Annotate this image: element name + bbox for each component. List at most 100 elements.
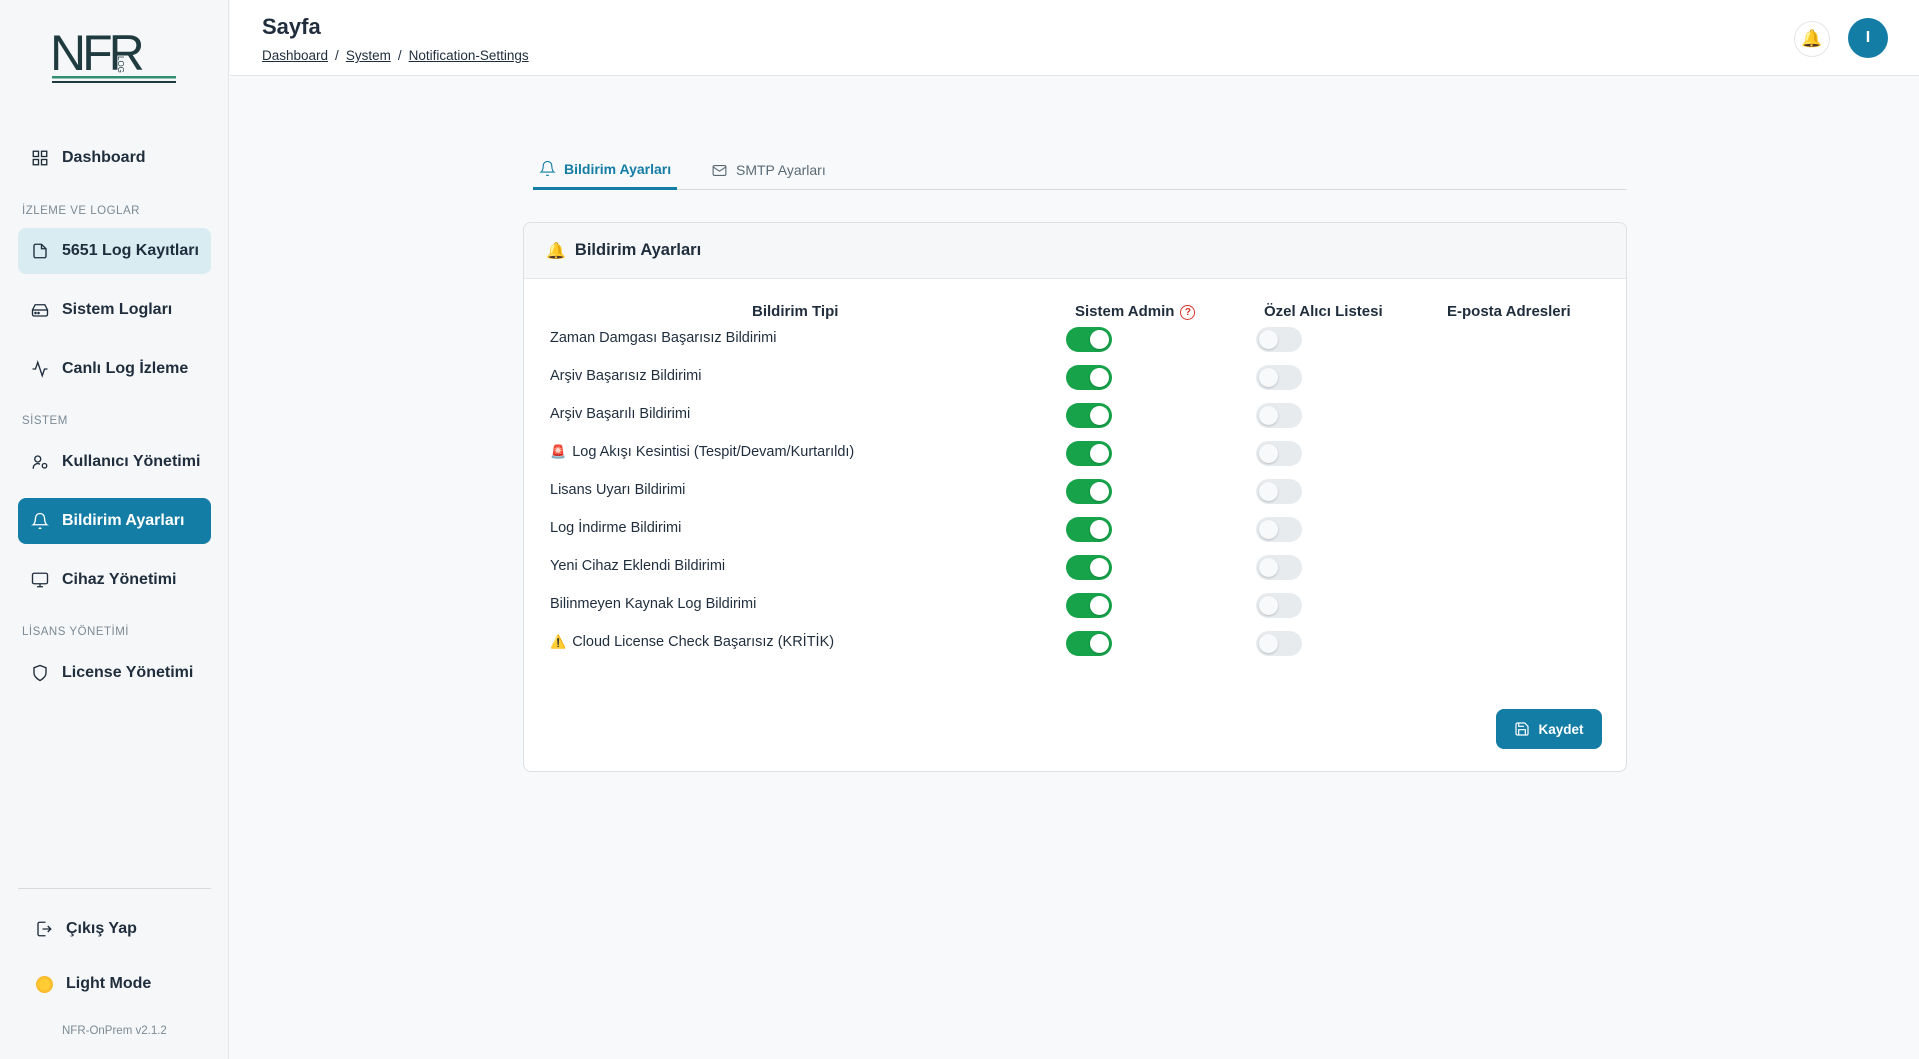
- notification-type-text: Arşiv Başarılı Bildirimi: [550, 406, 691, 422]
- alarm-icon: 🚨: [550, 444, 567, 459]
- notifications-button[interactable]: 🔔: [1794, 21, 1830, 57]
- sidebar-item-notifications[interactable]: Bildirim Ayarları: [18, 498, 211, 544]
- app-version: NFR-OnPrem v2.1.2: [62, 1025, 167, 1037]
- section-label-license: LİSANS YÖNETİMİ: [22, 626, 129, 638]
- breadcrumb-separator: /: [397, 48, 402, 63]
- notification-row: Yeni Cihaz Eklendi Bildirimi: [550, 553, 1610, 583]
- section-label-monitoring: İZLEME VE LOGLAR: [22, 205, 140, 217]
- notification-type-text: Yeni Cihaz Eklendi Bildirimi: [550, 558, 726, 574]
- notification-row: Log İndirme Bildirimi: [550, 515, 1610, 545]
- custom-recipients-toggle[interactable]: [1256, 631, 1302, 656]
- notification-type-label: Arşiv Başarısız Bildirimi: [550, 368, 701, 384]
- custom-recipients-toggle[interactable]: [1256, 593, 1302, 618]
- tab-smtp-settings[interactable]: SMTP Ayarları: [705, 150, 832, 190]
- toggle-knob: [1259, 406, 1278, 425]
- sidebar-item-license[interactable]: License Yönetimi: [18, 650, 211, 696]
- sidebar-item-label: Kullanıcı Yönetimi: [62, 453, 201, 470]
- notification-row: Arşiv Başarılı Bildirimi: [550, 401, 1610, 431]
- sidebar-item-label: 5651 Log Kayıtları: [62, 242, 199, 259]
- system-admin-toggle[interactable]: [1066, 441, 1112, 466]
- nfr-logo[interactable]: NFR LOG: [48, 25, 180, 86]
- toggle-knob: [1090, 558, 1109, 577]
- tab-label: Bildirim Ayarları: [564, 160, 672, 177]
- settings-tabs: Bildirim Ayarları SMTP Ayarları: [533, 150, 1627, 190]
- custom-recipients-toggle[interactable]: [1256, 327, 1302, 352]
- notification-type-text: Lisans Uyarı Bildirimi: [550, 482, 686, 498]
- notification-row: ⚠️ Cloud License Check Başarısız (KRİTİK): [550, 629, 1610, 659]
- notification-type-label: Lisans Uyarı Bildirimi: [550, 482, 685, 498]
- breadcrumb-dashboard[interactable]: Dashboard: [262, 48, 328, 63]
- notification-type-text: Cloud License Check Başarısız (KRİTİK): [572, 634, 835, 650]
- sun-icon: [35, 975, 53, 993]
- notification-row: Bilinmeyen Kaynak Log Bildirimi: [550, 591, 1610, 621]
- hard-drive-icon: [31, 301, 49, 319]
- activity-icon: [31, 360, 49, 378]
- custom-recipients-toggle[interactable]: [1256, 555, 1302, 580]
- system-admin-toggle[interactable]: [1066, 517, 1112, 542]
- tab-notification-settings[interactable]: Bildirim Ayarları: [533, 150, 678, 190]
- shield-icon: [31, 664, 49, 682]
- user-cog-icon: [31, 453, 49, 471]
- notification-type-text: Log Akışı Kesintisi (Tespit/Devam/Kurtar…: [572, 444, 855, 460]
- system-admin-toggle[interactable]: [1066, 631, 1112, 656]
- system-admin-toggle[interactable]: [1066, 555, 1112, 580]
- save-icon: [1515, 722, 1530, 736]
- help-icon[interactable]: ?: [1180, 305, 1196, 320]
- custom-recipients-toggle[interactable]: [1256, 365, 1302, 390]
- system-admin-toggle[interactable]: [1066, 365, 1112, 390]
- notification-type-text: Bilinmeyen Kaynak Log Bildirimi: [550, 596, 757, 612]
- toggle-knob: [1259, 368, 1278, 387]
- system-admin-toggle[interactable]: [1066, 403, 1112, 428]
- sidebar-item-live-logs[interactable]: Canlı Log İzleme: [18, 346, 211, 392]
- sidebar-item-label: Dashboard: [62, 149, 146, 166]
- custom-recipients-toggle[interactable]: [1256, 479, 1302, 504]
- section-label-system: SİSTEM: [22, 415, 68, 427]
- system-admin-toggle[interactable]: [1066, 327, 1112, 352]
- theme-toggle-button[interactable]: Light Mode: [18, 961, 211, 1007]
- column-header-type: Bildirim Tipi: [752, 303, 839, 320]
- sidebar-item-system-logs[interactable]: Sistem Logları: [18, 287, 211, 333]
- sidebar-item-devices[interactable]: Cihaz Yönetimi: [18, 557, 211, 603]
- warning-icon: ⚠️: [550, 634, 567, 649]
- custom-recipients-toggle[interactable]: [1256, 441, 1302, 466]
- logout-label: Çıkış Yap: [66, 920, 137, 937]
- system-admin-toggle[interactable]: [1066, 479, 1112, 504]
- logout-button[interactable]: Çıkış Yap: [18, 906, 211, 952]
- bell-icon: 🔔: [546, 242, 566, 260]
- logout-icon: [35, 920, 53, 938]
- page-title: Sayfa: [262, 14, 321, 39]
- bell-icon: 🔔: [1801, 29, 1823, 48]
- logo-subtext: LOG: [116, 56, 125, 73]
- breadcrumb-separator: /: [335, 48, 339, 63]
- avatar[interactable]: I: [1848, 18, 1888, 58]
- sidebar-item-label: Bildirim Ayarları: [62, 512, 185, 529]
- toggle-knob: [1090, 330, 1109, 349]
- custom-recipients-toggle[interactable]: [1256, 403, 1302, 428]
- theme-label: Light Mode: [66, 975, 152, 992]
- bell-icon: [539, 160, 556, 177]
- breadcrumb-notification-settings[interactable]: Notification-Settings: [409, 48, 529, 63]
- monitor-icon: [31, 571, 49, 589]
- save-label: Kaydet: [1538, 721, 1584, 737]
- mail-icon: [712, 164, 727, 176]
- sidebar-item-users[interactable]: Kullanıcı Yönetimi: [18, 439, 211, 485]
- notification-type-label: Yeni Cihaz Eklendi Bildirimi: [550, 558, 725, 574]
- toggle-knob: [1090, 520, 1109, 539]
- custom-recipients-toggle[interactable]: [1256, 517, 1302, 542]
- notification-type-label: ⚠️ Cloud License Check Başarısız (KRİTİK): [550, 634, 834, 650]
- column-header-emails: E-posta Adresleri: [1447, 303, 1571, 320]
- toggle-knob: [1259, 482, 1278, 501]
- sidebar: NFR LOG Dashboard İZLEME VE LOGLAR 5651 …: [0, 0, 229, 1059]
- sidebar-item-label: Cihaz Yönetimi: [62, 571, 177, 588]
- file-icon: [31, 242, 49, 260]
- breadcrumb-system[interactable]: System: [346, 48, 391, 63]
- card-header: 🔔 Bildirim Ayarları: [524, 223, 1626, 279]
- notification-type-text: Zaman Damgası Başarısız Bildirimi: [550, 330, 777, 346]
- notification-type-label: Arşiv Başarılı Bildirimi: [550, 406, 690, 422]
- toggle-knob: [1090, 596, 1109, 615]
- system-admin-toggle[interactable]: [1066, 593, 1112, 618]
- sidebar-item-dashboard[interactable]: Dashboard: [18, 135, 211, 181]
- save-button[interactable]: Kaydet: [1496, 709, 1602, 749]
- column-header-admin: Sistem Admin?: [1075, 303, 1196, 320]
- sidebar-item-5651-logs[interactable]: 5651 Log Kayıtları: [18, 228, 211, 274]
